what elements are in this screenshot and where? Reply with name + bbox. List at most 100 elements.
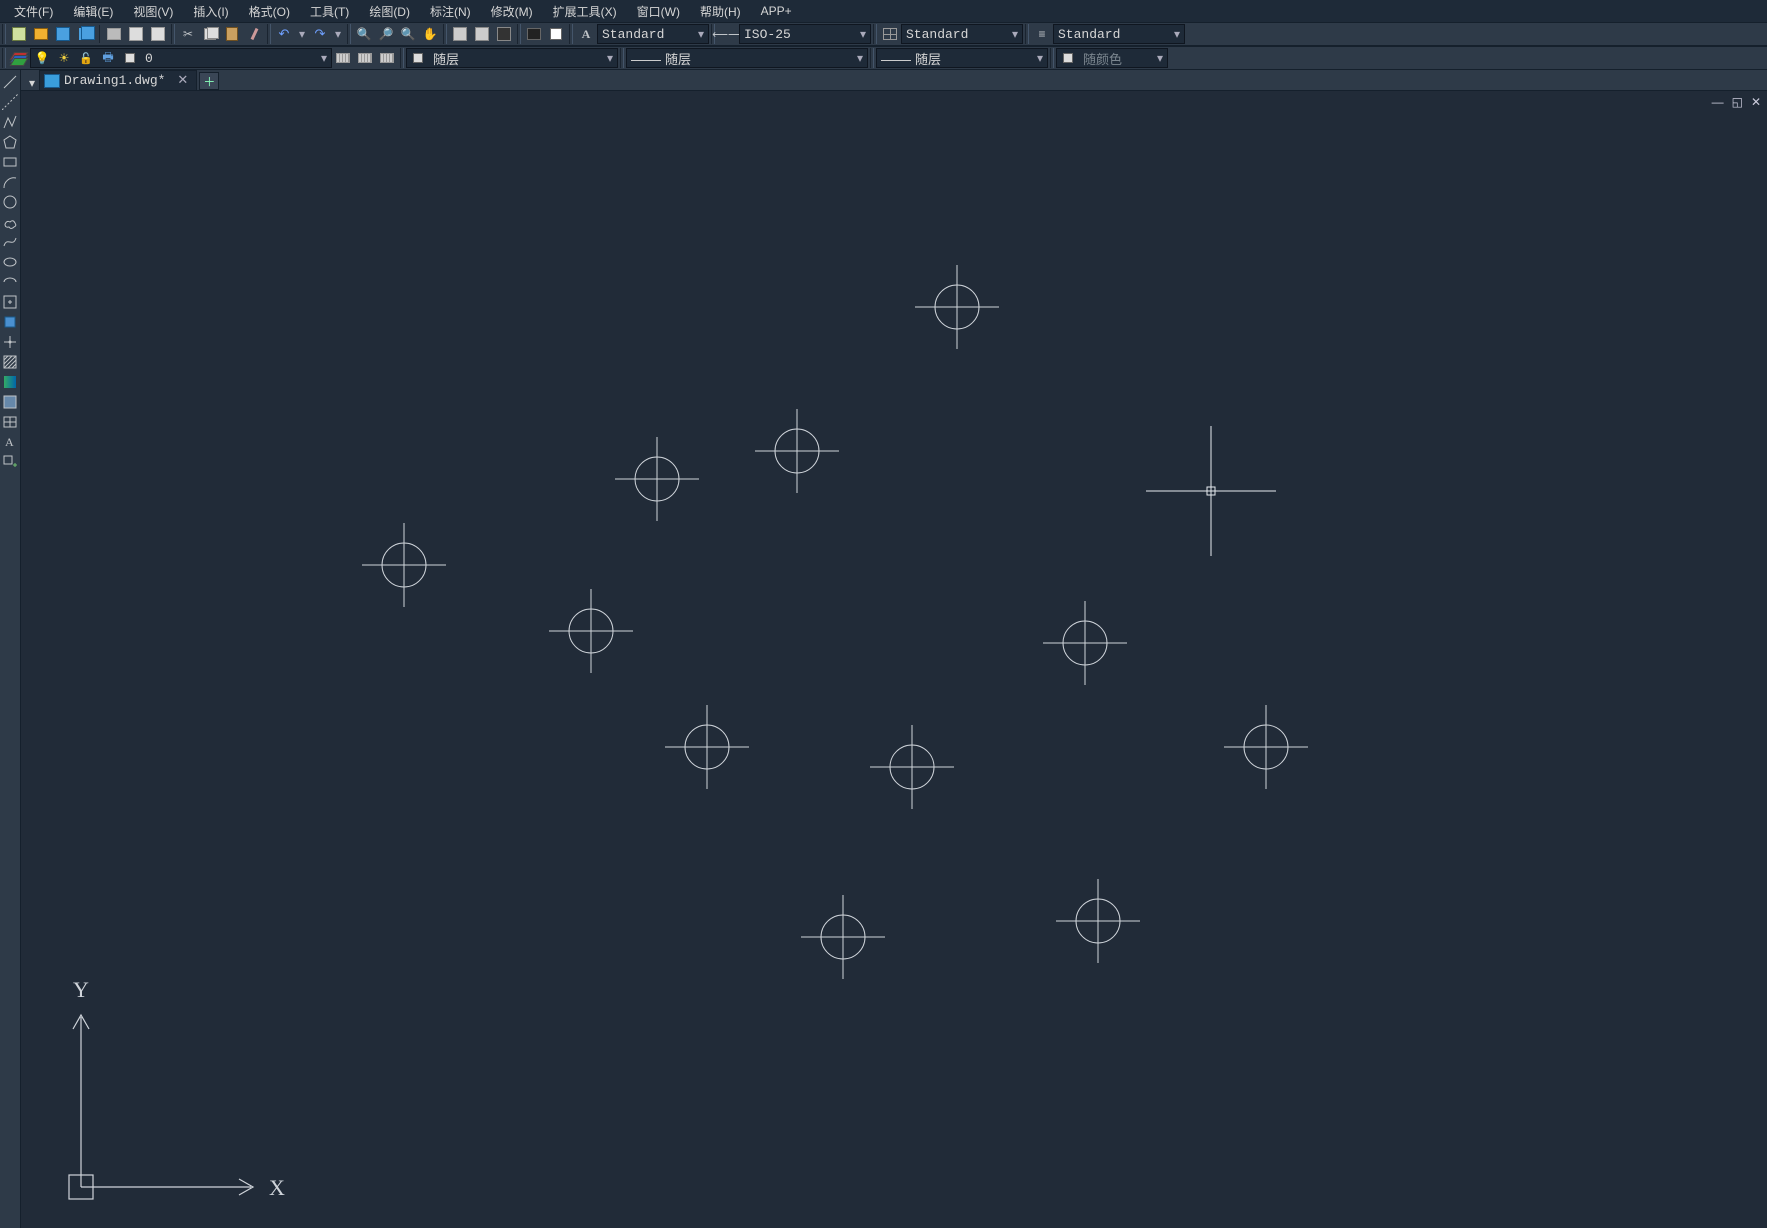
gradient-tool-button[interactable] xyxy=(1,373,19,391)
menu-item[interactable]: APP+ xyxy=(751,3,802,19)
publish-button[interactable] xyxy=(148,24,168,44)
redo-button[interactable]: ↷ xyxy=(310,24,330,44)
grip[interactable] xyxy=(267,24,271,44)
point-entity[interactable] xyxy=(755,409,839,493)
dim-style-button[interactable]: ⟵⟶ xyxy=(718,24,738,44)
mline-style-dropdown[interactable]: Standard ▾ xyxy=(1053,24,1185,44)
save-all-button[interactable] xyxy=(75,24,95,44)
layer-manager-button[interactable] xyxy=(9,48,29,68)
color-dropdown[interactable]: 随层 ▾ xyxy=(406,48,618,68)
menu-item[interactable]: 窗口(W) xyxy=(627,2,690,21)
spline-tool-button[interactable] xyxy=(1,233,19,251)
linetype-dropdown[interactable]: 随层 ▾ xyxy=(626,48,868,68)
undo-dropdown[interactable]: ▾ xyxy=(295,27,309,41)
line-tool-button[interactable] xyxy=(1,73,19,91)
point-entity[interactable] xyxy=(1056,879,1140,963)
make-block-button[interactable] xyxy=(1,313,19,331)
save-button[interactable] xyxy=(53,24,73,44)
menu-item[interactable]: 标注(N) xyxy=(420,2,481,21)
point-entity[interactable] xyxy=(615,437,699,521)
point-entity[interactable] xyxy=(549,589,633,673)
table-style-dropdown[interactable]: Standard ▾ xyxy=(901,24,1023,44)
point-entity[interactable] xyxy=(665,705,749,789)
menu-item[interactable]: 插入(I) xyxy=(183,2,238,21)
undo-button[interactable]: ↶ xyxy=(274,24,294,44)
table-style-button[interactable] xyxy=(880,24,900,44)
new-tab-button[interactable]: ＋ xyxy=(199,72,219,90)
polygon-tool-button[interactable] xyxy=(1,133,19,151)
properties-button[interactable] xyxy=(450,24,470,44)
ellipse-tool-button[interactable] xyxy=(1,253,19,271)
construction-line-button[interactable] xyxy=(1,93,19,111)
print-preview-button[interactable] xyxy=(126,24,146,44)
rectangle-tool-button[interactable] xyxy=(1,153,19,171)
menu-item[interactable]: 视图(V) xyxy=(123,2,183,21)
paste-button[interactable] xyxy=(222,24,242,44)
document-tab[interactable]: Drawing1.dwg* ✕ xyxy=(39,70,197,90)
mline-style-button[interactable]: ≡ xyxy=(1032,24,1052,44)
point-tool-button[interactable] xyxy=(1,333,19,351)
point-entity[interactable] xyxy=(1224,705,1308,789)
layer-iso-button[interactable] xyxy=(377,48,397,68)
match-prop-button[interactable] xyxy=(244,24,264,44)
grip[interactable] xyxy=(569,24,573,44)
point-entity[interactable] xyxy=(362,523,446,607)
zoom-window-button[interactable]: 🔎 xyxy=(376,24,396,44)
grip[interactable] xyxy=(1050,48,1054,68)
grip[interactable] xyxy=(870,48,874,68)
tabs-dropdown[interactable]: ▾ xyxy=(25,76,39,90)
print-button[interactable] xyxy=(104,24,124,44)
zoom-realtime-button[interactable]: 🔍 xyxy=(354,24,374,44)
ellipse-arc-tool-button[interactable] xyxy=(1,273,19,291)
menu-item[interactable]: 编辑(E) xyxy=(63,2,123,21)
dim-style-dropdown[interactable]: ISO-25 ▾ xyxy=(739,24,871,44)
grip[interactable] xyxy=(443,24,447,44)
redo-dropdown[interactable]: ▾ xyxy=(331,27,345,41)
grip[interactable] xyxy=(171,24,175,44)
close-icon[interactable]: ✕ xyxy=(177,73,188,88)
revcloud-tool-button[interactable] xyxy=(1,213,19,231)
grip[interactable] xyxy=(400,48,404,68)
pan-button[interactable]: ✋ xyxy=(420,24,440,44)
menu-item[interactable]: 修改(M) xyxy=(481,2,543,21)
design-center-button[interactable] xyxy=(472,24,492,44)
addselected-tool-button[interactable] xyxy=(1,453,19,471)
menu-item[interactable]: 工具(T) xyxy=(300,2,359,21)
text-style-dropdown[interactable]: Standard ▾ xyxy=(597,24,709,44)
cut-button[interactable]: ✂ xyxy=(178,24,198,44)
new-file-button[interactable] xyxy=(9,24,29,44)
point-entity[interactable] xyxy=(915,265,999,349)
point-entity[interactable] xyxy=(801,895,885,979)
grip[interactable] xyxy=(347,24,351,44)
restore-view-icon[interactable]: ◱ xyxy=(1732,95,1743,109)
grip[interactable] xyxy=(2,24,6,44)
menu-item[interactable]: 扩展工具(X) xyxy=(543,2,627,21)
clean-screen-button[interactable] xyxy=(546,24,566,44)
menu-item[interactable]: 格式(O) xyxy=(239,2,300,21)
polyline-tool-button[interactable] xyxy=(1,113,19,131)
region-tool-button[interactable] xyxy=(1,393,19,411)
menu-item[interactable]: 绘图(D) xyxy=(359,2,420,21)
mtext-tool-button[interactable]: A xyxy=(1,433,19,451)
close-view-icon[interactable]: ✕ xyxy=(1751,95,1761,109)
tool-palettes-button[interactable] xyxy=(494,24,514,44)
layer-dropdown[interactable]: 💡 ☀ 🔓 🖶 0 ▾ xyxy=(30,48,332,68)
insert-block-button[interactable] xyxy=(1,293,19,311)
menu-item[interactable]: 帮助(H) xyxy=(690,2,751,21)
hatch-tool-button[interactable] xyxy=(1,353,19,371)
minimize-view-icon[interactable]: — xyxy=(1712,95,1724,109)
grip[interactable] xyxy=(1025,24,1029,44)
plotstyle-dropdown[interactable]: 随颜色 ▾ xyxy=(1056,48,1168,68)
circle-tool-button[interactable] xyxy=(1,193,19,211)
arc-tool-button[interactable] xyxy=(1,173,19,191)
text-style-button[interactable]: A xyxy=(576,24,596,44)
drawing-canvas[interactable]: — ◱ ✕ YX xyxy=(21,91,1767,1228)
point-entity[interactable] xyxy=(1043,601,1127,685)
layer-prev-button[interactable] xyxy=(355,48,375,68)
layer-state-button[interactable] xyxy=(333,48,353,68)
lineweight-dropdown[interactable]: 随层 ▾ xyxy=(876,48,1048,68)
table-tool-button[interactable] xyxy=(1,413,19,431)
grip[interactable] xyxy=(517,24,521,44)
zoom-previous-button[interactable]: 🔍 xyxy=(398,24,418,44)
grip[interactable] xyxy=(620,48,624,68)
